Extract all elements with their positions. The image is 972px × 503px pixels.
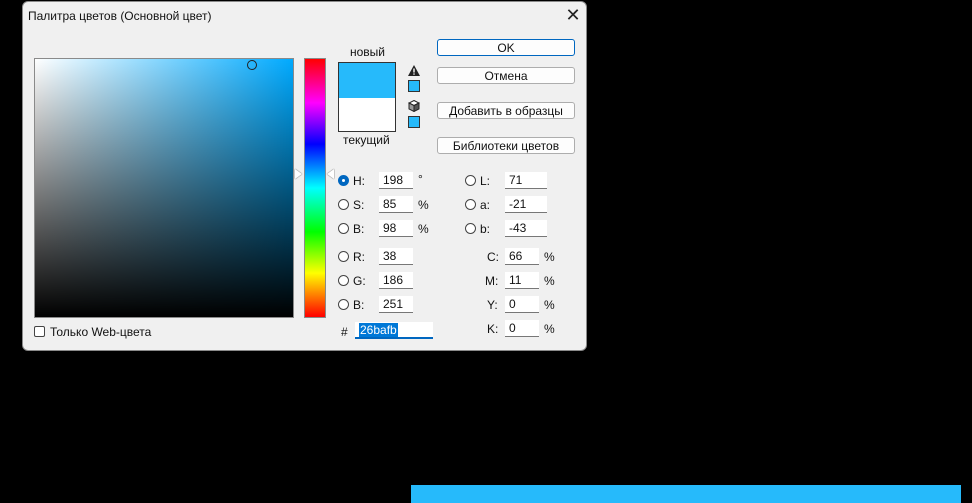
hex-value-selected: 26bafb: [359, 323, 398, 337]
cyan-input[interactable]: 66: [505, 248, 539, 265]
brightness-unit: %: [418, 222, 429, 236]
magenta-label: M:: [485, 274, 499, 288]
green-radio[interactable]: [338, 275, 349, 286]
saturation-unit: %: [418, 198, 429, 212]
current-color-swatch[interactable]: [339, 98, 395, 131]
saturation-input[interactable]: 85: [379, 196, 413, 213]
hue-slider-handle-right[interactable]: [327, 169, 334, 179]
hue-unit: °: [418, 172, 423, 186]
lab-a-label: a:: [480, 198, 491, 212]
color-swatch: [338, 62, 396, 132]
green-input[interactable]: 186: [379, 272, 413, 289]
lab-l-label: L:: [480, 174, 491, 188]
color-libraries-button[interactable]: Библиотеки цветов: [437, 137, 575, 154]
web-only-label: Только Web-цвета: [50, 325, 152, 339]
hue-slider[interactable]: [304, 58, 326, 318]
yellow-label: Y:: [487, 298, 498, 312]
brightness-radio[interactable]: [338, 223, 349, 234]
lab-a-radio[interactable]: [465, 199, 476, 210]
saturation-radio[interactable]: [338, 199, 349, 210]
color-field-picker[interactable]: [247, 60, 257, 70]
lab-a-input[interactable]: -21: [505, 196, 547, 213]
new-color-swatch[interactable]: [339, 63, 395, 98]
current-color-label: текущий: [343, 133, 390, 147]
hex-input[interactable]: 26bafb: [355, 322, 433, 339]
yellow-input[interactable]: 0: [505, 296, 539, 313]
blue-label: B:: [353, 298, 365, 312]
brightness-label: B:: [353, 222, 365, 236]
lab-l-radio[interactable]: [465, 175, 476, 186]
green-label: G:: [353, 274, 366, 288]
saturation-label: S:: [353, 198, 365, 212]
lab-b-input[interactable]: -43: [505, 220, 547, 237]
lab-l-input[interactable]: 71: [505, 172, 547, 189]
black-input[interactable]: 0: [505, 320, 539, 337]
yellow-unit: %: [544, 298, 555, 312]
cyan-unit: %: [544, 250, 555, 264]
dialog-title: Палитра цветов (Основной цвет): [28, 9, 212, 23]
hue-label: H:: [353, 174, 365, 188]
magenta-unit: %: [544, 274, 555, 288]
magenta-input[interactable]: 11: [505, 272, 539, 289]
red-input[interactable]: 38: [379, 248, 413, 265]
lab-b-radio[interactable]: [465, 223, 476, 234]
hue-slider-handle-left[interactable]: [295, 169, 302, 179]
color-picker-dialog: Палитра цветов (Основной цвет) ✕ новый т…: [22, 1, 587, 351]
color-field[interactable]: [34, 58, 294, 318]
blue-radio[interactable]: [338, 299, 349, 310]
hue-input[interactable]: 198: [379, 172, 413, 189]
hex-label: #: [341, 325, 348, 339]
add-to-swatches-button[interactable]: Добавить в образцы: [437, 102, 575, 119]
hue-radio[interactable]: [338, 175, 349, 186]
cyan-label: C:: [487, 250, 499, 264]
black-unit: %: [544, 322, 555, 336]
ok-button[interactable]: OK: [437, 39, 575, 56]
web-only-checkbox[interactable]: [34, 326, 45, 337]
web-safe-swatch[interactable]: [408, 116, 420, 128]
gamut-warning-swatch[interactable]: [408, 80, 420, 92]
red-label: R:: [353, 250, 365, 264]
background-color-strip: [411, 485, 961, 503]
blue-input[interactable]: 251: [379, 296, 413, 313]
cancel-button[interactable]: Отмена: [437, 67, 575, 84]
brightness-input[interactable]: 98: [379, 220, 413, 237]
black-label: K:: [487, 322, 499, 336]
close-icon[interactable]: ✕: [563, 5, 583, 25]
red-radio[interactable]: [338, 251, 349, 262]
warning-triangle-icon[interactable]: [408, 65, 420, 76]
cube-icon[interactable]: [408, 100, 420, 112]
new-color-label: новый: [350, 45, 386, 59]
lab-b-label: b:: [480, 222, 491, 236]
